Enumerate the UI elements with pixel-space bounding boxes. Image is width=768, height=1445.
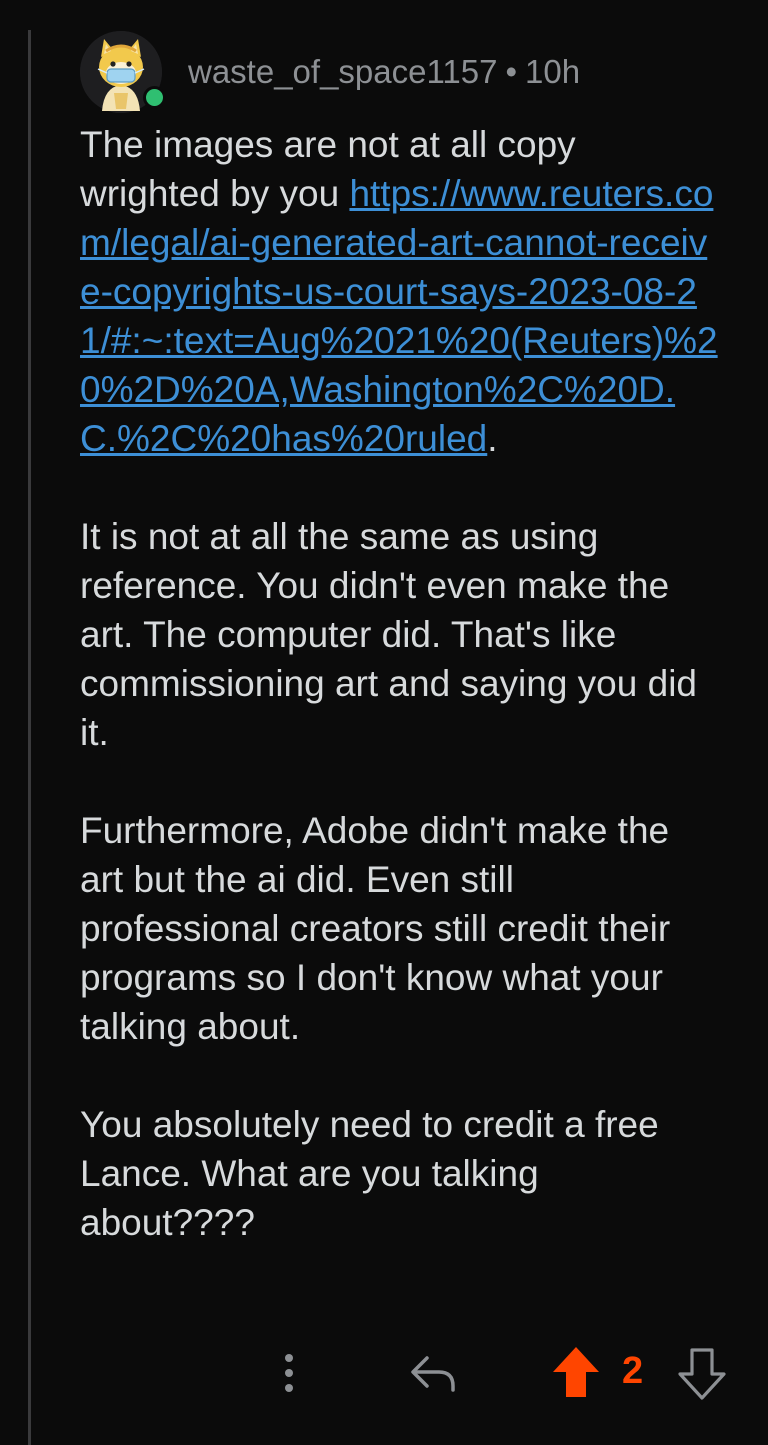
downvote-button[interactable] — [676, 1346, 728, 1402]
author-name[interactable]: waste_of_space1157 — [188, 53, 497, 90]
comment-header: waste_of_space1157 • 10h — [80, 30, 740, 114]
more-options-button[interactable] — [272, 1348, 306, 1398]
comment-paragraph-3: Furthermore, Adobe didn't make the art b… — [80, 810, 671, 1047]
downvote-arrow-icon — [678, 1348, 726, 1400]
comment-actions: 2 — [0, 1342, 768, 1422]
comment-age: 10h — [525, 53, 581, 90]
online-status-dot — [143, 86, 166, 109]
comment-paragraph-2: It is not at all the same as using refer… — [80, 516, 697, 753]
reuters-link[interactable]: https://www.reuters.com/legal/ai-generat… — [80, 173, 718, 459]
thread-line[interactable] — [28, 30, 31, 1445]
comment-meta: waste_of_space1157 • 10h — [188, 53, 580, 91]
vote-count: 2 — [622, 1350, 644, 1392]
comment-paragraph-4: You absolutely need to credit a free Lan… — [80, 1104, 659, 1243]
reply-arrow-icon — [411, 1356, 455, 1392]
comment-paragraph-1: The images are not at all copy wrighted … — [80, 120, 720, 463]
upvote-arrow-icon — [553, 1347, 599, 1397]
paragraph-1-end: . — [487, 418, 498, 459]
upvote-button[interactable] — [550, 1344, 602, 1400]
reply-button[interactable] — [405, 1350, 459, 1396]
meta-separator: • — [505, 53, 518, 90]
more-vertical-icon — [285, 1354, 293, 1392]
avatar[interactable] — [80, 31, 166, 113]
comment: waste_of_space1157 • 10h The images are no… — [80, 30, 740, 1247]
comment-body: The images are not at all copy wrighted … — [80, 120, 720, 1247]
